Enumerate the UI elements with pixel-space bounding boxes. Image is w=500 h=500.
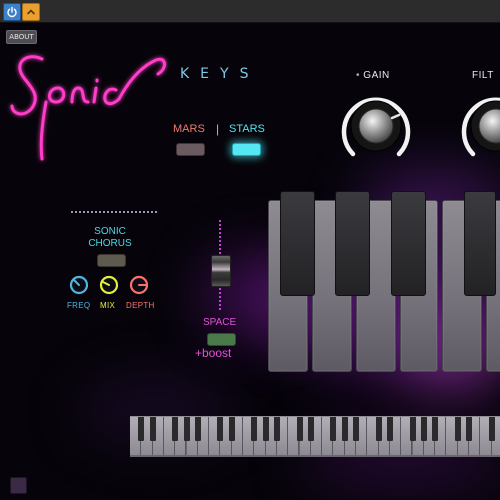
mini-black-key[interactable] (375, 417, 382, 441)
gain-label-text: GAIN (363, 70, 390, 81)
mini-black-key[interactable] (454, 417, 461, 441)
filter-label: FILT (472, 70, 494, 81)
stars-label: STARS (229, 123, 265, 135)
space-label: SPACE (203, 317, 237, 328)
mini-black-key[interactable] (386, 417, 393, 441)
mini-black-key[interactable] (466, 417, 472, 441)
stars-toggle[interactable] (232, 143, 261, 156)
collapse-button[interactable] (22, 3, 40, 21)
chorus-title-line2: CHORUS (88, 238, 132, 249)
mix-label: MIX (100, 301, 116, 310)
sonic-logo (10, 55, 166, 161)
mini-black-key[interactable] (194, 417, 201, 441)
depth-label: DEPTH (126, 301, 155, 310)
freq-label: FREQ (67, 301, 91, 310)
freq-knob[interactable] (69, 275, 89, 295)
space-fader-handle[interactable] (211, 255, 231, 287)
black-key[interactable] (464, 191, 496, 296)
sonic-keys-plugin-window: ABOUT KEYS MARS | STARS SONIC CHORUS FRE… (0, 0, 500, 500)
gain-label: • GAIN (356, 70, 390, 81)
depth-knob[interactable] (129, 275, 149, 295)
mini-black-key[interactable] (409, 417, 416, 441)
chevron-up-icon (27, 9, 35, 15)
mini-black-key[interactable] (432, 417, 439, 441)
chorus-toggle[interactable] (97, 254, 126, 267)
chorus-divider (71, 211, 157, 213)
mini-black-key[interactable] (488, 417, 495, 441)
mix-knob[interactable] (99, 275, 119, 295)
mini-black-key[interactable] (307, 417, 314, 441)
mini-black-key[interactable] (138, 417, 145, 441)
black-key[interactable] (280, 191, 315, 296)
gain-knob[interactable] (335, 85, 417, 167)
power-button[interactable] (3, 3, 21, 21)
mini-black-key[interactable] (273, 417, 280, 441)
mars-toggle[interactable] (176, 143, 205, 156)
space-toggle[interactable] (207, 333, 236, 346)
chorus-title-line1: SONIC (94, 226, 126, 237)
mini-black-key[interactable] (251, 417, 258, 441)
about-button[interactable]: ABOUT (6, 30, 37, 44)
window-title-bar (0, 0, 500, 23)
resize-handle[interactable] (10, 477, 27, 494)
mini-black-key[interactable] (217, 417, 224, 441)
mini-black-key[interactable] (420, 417, 427, 441)
mini-black-key[interactable] (353, 417, 359, 441)
mini-keyboard[interactable] (130, 416, 500, 457)
keys-subtitle: KEYS (180, 66, 260, 82)
mars-label: MARS (173, 123, 205, 135)
mini-black-key[interactable] (228, 417, 235, 441)
filter-knob[interactable] (455, 85, 500, 167)
power-icon (7, 6, 17, 18)
mini-black-key[interactable] (262, 417, 269, 441)
mode-divider: | (216, 122, 220, 136)
mini-black-key[interactable] (149, 417, 156, 441)
mini-black-key[interactable] (341, 417, 348, 441)
black-key[interactable] (391, 191, 426, 296)
filter-label-text: FILT (472, 70, 494, 81)
gain-dot: • (356, 70, 361, 81)
boost-label: +boost (195, 346, 232, 360)
mini-black-key[interactable] (172, 417, 179, 441)
mini-black-key[interactable] (330, 417, 337, 441)
mini-black-key[interactable] (296, 417, 303, 441)
black-key[interactable] (335, 191, 370, 296)
mini-black-key[interactable] (183, 417, 190, 441)
